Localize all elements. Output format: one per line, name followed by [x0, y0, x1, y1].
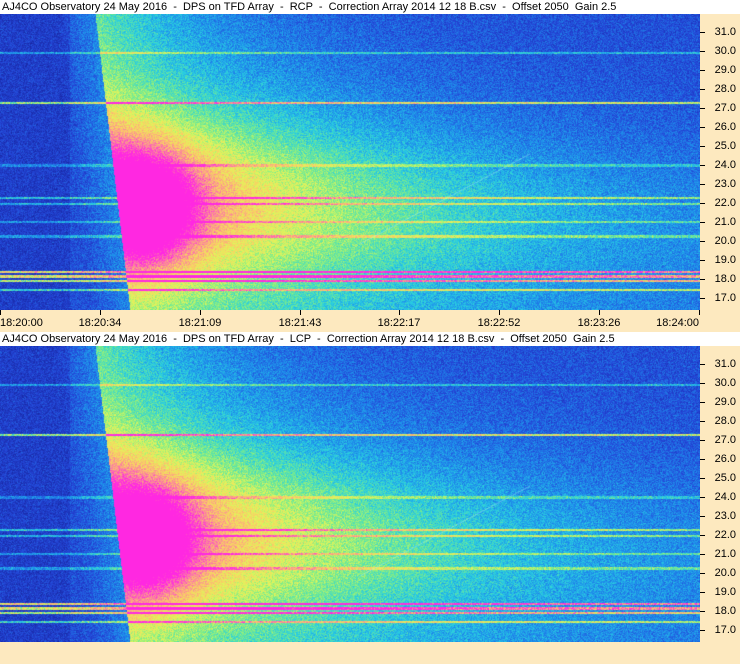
freq-tick-label: 29.0 — [700, 64, 740, 76]
freq-tick-label: 30.0 — [700, 377, 740, 389]
time-tick-label: 18:20:00 — [0, 317, 43, 329]
freq-tick-label: 21.0 — [700, 548, 740, 560]
panel-title: AJ4CO Observatory 24 May 2016 - DPS on T… — [0, 0, 740, 14]
freq-tick-label: 24.0 — [700, 159, 740, 171]
spectrogram-image — [0, 346, 700, 642]
freq-tick-label: 25.0 — [700, 140, 740, 152]
freq-tick-label: 25.0 — [700, 472, 740, 484]
time-tick-mark — [499, 310, 500, 315]
time-axis — [0, 642, 740, 664]
freq-tick-label: 31.0 — [700, 358, 740, 370]
time-tick-mark — [300, 310, 301, 315]
freq-tick-label: 24.0 — [700, 491, 740, 503]
freq-tick-label: 22.0 — [700, 529, 740, 541]
time-tick-mark — [399, 310, 400, 315]
freq-tick-label: 26.0 — [700, 121, 740, 133]
freq-tick-label: 28.0 — [700, 83, 740, 95]
freq-tick-label: 18.0 — [700, 273, 740, 285]
freq-tick-label: 20.0 — [700, 567, 740, 579]
time-tick-mark — [100, 310, 101, 315]
freq-tick-label: 19.0 — [700, 254, 740, 266]
freq-tick-label: 26.0 — [700, 453, 740, 465]
time-tick-label: 18:23:26 — [577, 317, 621, 329]
freq-tick-label: 18.0 — [700, 605, 740, 617]
freq-tick-label: 17.0 — [700, 292, 740, 304]
time-tick-label: 18:22:17 — [377, 317, 421, 329]
freq-tick-label: 23.0 — [700, 178, 740, 190]
time-tick-mark — [200, 310, 201, 315]
freq-tick-label: 19.0 — [700, 586, 740, 598]
time-tick-label: 18:20:34 — [78, 317, 122, 329]
frequency-axis: 31.0 30.0 29.0 28.0 27.0 26.0 25.0 24.0 … — [700, 346, 740, 642]
time-axis: 18:20:00 18:20:34 18:21:09 18:21:43 18:2… — [0, 310, 740, 332]
time-tick-mark — [599, 310, 600, 315]
frequency-axis: 31.0 30.0 29.0 28.0 27.0 26.0 25.0 24.0 … — [700, 14, 740, 310]
time-tick-mark — [699, 310, 700, 315]
freq-tick-label: 29.0 — [700, 396, 740, 408]
freq-tick-label: 30.0 — [700, 45, 740, 57]
time-tick-mark — [0, 310, 1, 315]
spectrogram-image — [0, 14, 700, 310]
freq-tick-label: 20.0 — [700, 235, 740, 247]
freq-tick-label: 28.0 — [700, 415, 740, 427]
spectrogram-panel-rcp: AJ4CO Observatory 24 May 2016 - DPS on T… — [0, 0, 740, 332]
freq-tick-label: 17.0 — [700, 624, 740, 636]
freq-tick-label: 31.0 — [700, 26, 740, 38]
time-tick-label: 18:21:43 — [278, 317, 322, 329]
freq-tick-label: 27.0 — [700, 102, 740, 114]
freq-tick-label: 22.0 — [700, 197, 740, 209]
freq-tick-label: 21.0 — [700, 216, 740, 228]
time-tick-label: 18:21:09 — [178, 317, 222, 329]
time-tick-label: 18:22:52 — [477, 317, 521, 329]
spectrogram-panel-lcp: AJ4CO Observatory 24 May 2016 - DPS on T… — [0, 332, 740, 664]
freq-tick-label: 23.0 — [700, 510, 740, 522]
freq-tick-label: 27.0 — [700, 434, 740, 446]
panel-title: AJ4CO Observatory 24 May 2016 - DPS on T… — [0, 332, 740, 346]
time-tick-label: 18:24:00 — [656, 317, 699, 329]
